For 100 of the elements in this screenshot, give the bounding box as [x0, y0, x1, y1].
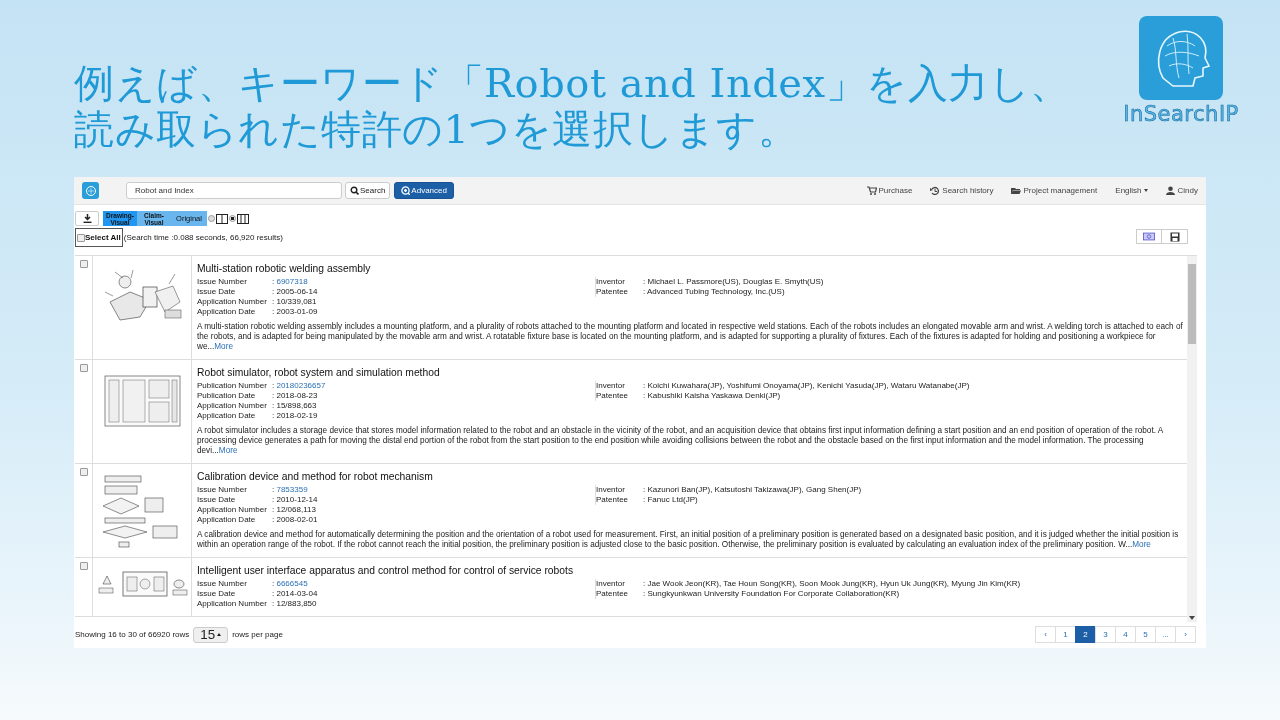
logo-icon — [1139, 16, 1223, 100]
separator: : — [272, 381, 275, 390]
separator: : — [272, 307, 275, 316]
page-button[interactable]: 5 — [1135, 626, 1156, 643]
download-button[interactable] — [75, 211, 99, 226]
result-title[interactable]: Robot simulator, robot system and simulation method — [197, 367, 1183, 378]
three-column-layout-icon — [237, 213, 249, 224]
download-icon — [82, 214, 92, 223]
search-icon — [350, 186, 359, 195]
radio-button[interactable] — [208, 215, 215, 222]
separator: : — [272, 297, 275, 306]
search-info: (Search time :0.088 seconds, 66,920 results) — [123, 233, 283, 242]
field-label: Inventor — [596, 579, 626, 589]
separator: : — [643, 485, 646, 494]
save-button[interactable] — [1162, 229, 1188, 244]
field-label: Application Date — [197, 307, 257, 317]
field-value: 2005-06-14 — [276, 287, 318, 296]
select-all-checkbox[interactable]: Select All — [75, 228, 123, 247]
page-button[interactable]: 4 — [1115, 626, 1136, 643]
patent-number-link[interactable]: 6666545 — [276, 579, 308, 588]
field-value: 15/898,663 — [276, 401, 317, 410]
checkbox[interactable] — [80, 562, 88, 570]
history-icon — [930, 186, 941, 195]
field-value: Kabushiki Kaisha Yaskawa Denki(JP) — [647, 391, 781, 400]
advanced-button[interactable]: Advanced — [394, 182, 454, 199]
separator: : — [272, 485, 275, 494]
nav-link[interactable]: Project management — [1011, 186, 1098, 195]
separator: : — [272, 579, 275, 588]
separator: : — [272, 505, 275, 514]
nav-link[interactable]: Purchase — [866, 186, 913, 195]
separator: : — [272, 287, 275, 296]
scrollbar[interactable] — [1187, 256, 1197, 622]
field-label: Patentee — [596, 287, 630, 297]
field-value: 10/339,081 — [276, 297, 317, 306]
search-button[interactable]: Search — [345, 182, 391, 199]
patent-number-link[interactable]: 6907318 — [276, 277, 308, 286]
page-button[interactable]: 3 — [1095, 626, 1116, 643]
field-label: Publication Number — [197, 381, 268, 391]
page-button[interactable]: 2 — [1075, 626, 1096, 643]
result-title[interactable]: Intelligent user interface apparatus and control method for control of service robots — [197, 565, 1183, 576]
checkbox[interactable] — [77, 233, 85, 242]
result-title[interactable]: Calibration device and method for robot mechanism — [197, 471, 1183, 482]
user-menu[interactable]: Cindy — [1165, 186, 1198, 195]
field-label: Patentee — [596, 391, 630, 401]
scroll-down-arrow-icon — [1189, 616, 1195, 620]
more-link[interactable]: More — [214, 342, 233, 351]
field-value: Advanced Tubing Technology, Inc.(US) — [647, 287, 785, 296]
field-value: 2003-01-09 — [276, 307, 318, 316]
field-label: Issue Number — [197, 485, 248, 495]
field-value: Michael L. Passmore(US), Douglas E. Smyth(US) — [647, 277, 824, 286]
field-value: Fanuc Ltd(JP) — [647, 495, 698, 504]
page-button[interactable]: ... — [1155, 626, 1176, 643]
page-button[interactable]: ‹ — [1035, 626, 1056, 643]
cart-icon — [866, 186, 877, 195]
rows-summary: Showing 16 to 30 of 66920 rows — [75, 630, 190, 639]
user-icon — [1165, 186, 1176, 195]
separator: : — [643, 277, 646, 286]
abstract-text: A multi-station robotic welding assembly includes a mounting platform, and a plurality of robots attached to the mounting platform and located in respective weld stations. Each of the robots includes an elongated movable arm and wrist. A welding torch is attached to each of the robots, and is adapted for being manipulated by the movable arm and wrist. A rotatable fixture base is located on the mounting platform, and is adapted for supporting a plurality of fixtures. Each of the fixtures is adapted for holding and positioning a workpiece for we...More — [197, 322, 1183, 352]
caret-icon — [1143, 189, 1148, 192]
separator: : — [272, 277, 275, 286]
page-button[interactable]: 1 — [1055, 626, 1076, 643]
slide-heading: 例えば、キーワード「Robot and Index」を入力し、 — [74, 60, 1071, 106]
field-value: Kazunori Ban(JP), Katsutoshi Takizawa(JP), Gang Shen(JP) — [647, 485, 862, 494]
slide-heading: 読み取られた特許の1つを選択します。 — [74, 106, 799, 152]
nav-link[interactable]: Search history — [930, 186, 994, 195]
result-title[interactable]: Multi-station robotic welding assembly — [197, 263, 1183, 274]
separator: : — [643, 391, 646, 400]
page-button[interactable]: › — [1175, 626, 1196, 643]
field-value: Koichi Kuwahara(JP), Yoshifumi Onoyama(JP), Kenichi Yasuda(JP), Wataru Watanabe(JP) — [647, 381, 970, 390]
field-label: Issue Number — [197, 277, 248, 287]
scrollbar-thumb[interactable] — [1188, 264, 1196, 344]
field-value: 2010-12-14 — [276, 495, 318, 504]
patent-number-link[interactable]: 20180236657 — [276, 381, 326, 390]
language-dropdown[interactable]: English — [1115, 186, 1148, 195]
image-view-button[interactable] — [1136, 229, 1162, 244]
field-value: 2008-02-01 — [276, 515, 318, 524]
field-value: 12/068,113 — [276, 505, 316, 514]
separator: : — [272, 411, 275, 420]
abstract-text: A robot simulator includes a storage device that stores model information related to the robot and an obstacle in the vicinity of the robot, and an acquisition device that obtains first input information defining a start position and an end position of operation of the robot. A processing device generates a path for moving the distal end portion of the robot from the start position to the end position while avoiding collisions between the robot and the obstacle based on the first input information and the model information. The processing devi...More — [197, 426, 1164, 456]
image-icon — [1143, 232, 1155, 241]
more-link[interactable]: More — [1132, 540, 1151, 549]
checkbox[interactable] — [80, 468, 88, 476]
field-label: Patentee — [596, 495, 630, 505]
field-label: Application Date — [197, 411, 257, 421]
field-label: Issue Date — [197, 495, 237, 505]
field-label: Application Number — [197, 297, 268, 307]
separator: : — [643, 381, 646, 390]
search-field[interactable]: Robot and Index — [126, 182, 342, 199]
separator: : — [272, 401, 275, 410]
checkbox[interactable] — [80, 364, 88, 372]
field-label: Publication Date — [197, 391, 257, 401]
radio-button[interactable] — [229, 215, 236, 222]
page-size-dropdown[interactable]: 15 — [193, 626, 229, 643]
patent-number-link[interactable]: 7853359 — [276, 485, 308, 494]
zoom-in-icon — [401, 186, 411, 195]
separator: : — [643, 579, 646, 588]
field-label: Application Number — [197, 505, 268, 515]
field-label: Inventor — [596, 381, 626, 391]
checkbox[interactable] — [80, 260, 88, 268]
field-label: Issue Number — [197, 579, 248, 589]
